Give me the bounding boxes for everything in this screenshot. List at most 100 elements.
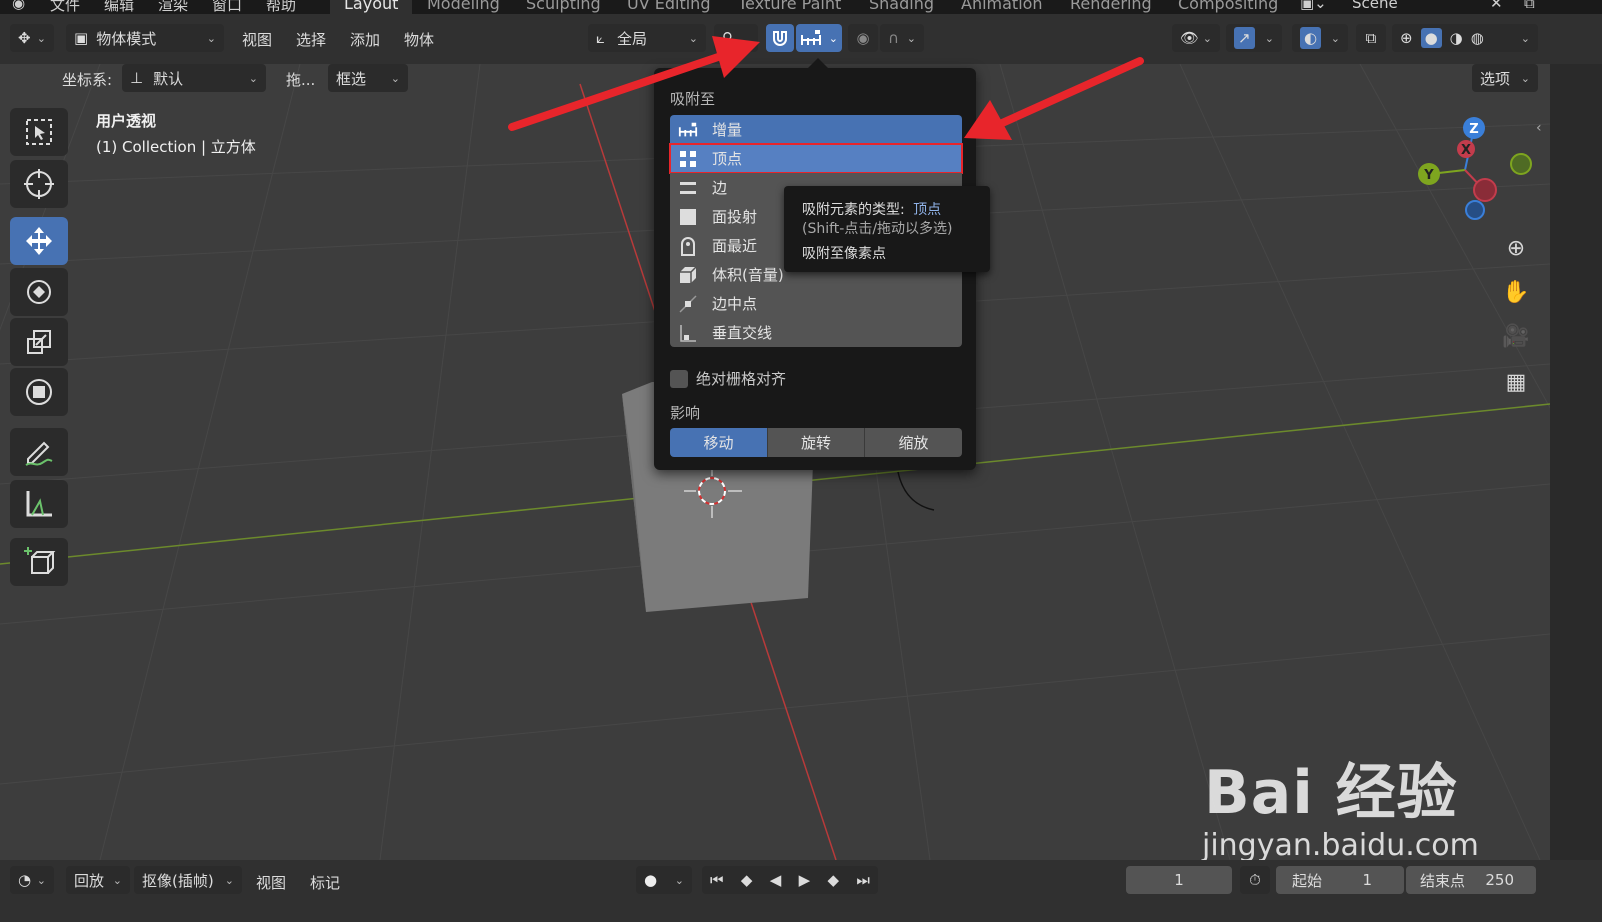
overlay-toggle[interactable]: ◐ ⌄ — [1292, 24, 1348, 52]
snap-option-edge-center[interactable]: 边中点 — [670, 289, 962, 318]
current-frame-value: 1 — [1174, 871, 1184, 889]
tab-shading[interactable]: Shading — [855, 0, 948, 14]
xray-toggle[interactable]: ⧉ — [1356, 24, 1386, 52]
playback-dropdown[interactable]: 回放 ⌄ — [66, 866, 130, 894]
zoom-magnifier-icon: ⊕ — [1506, 235, 1526, 261]
transform-orientation-dropdown[interactable]: ⟀ 全局 ⌄ — [588, 24, 706, 52]
proportional-edit-button[interactable]: ◉ — [848, 24, 878, 52]
vertex-icon — [678, 150, 698, 168]
menu-object[interactable]: 物体 — [404, 29, 434, 50]
popup-arrow — [808, 58, 828, 68]
editor-type-button[interactable]: ✥ ⌄ — [10, 24, 54, 52]
auto-keying-toggle[interactable]: ● ⌄ — [636, 866, 692, 894]
face-nearest-icon — [678, 236, 698, 256]
absolute-grid-checkbox[interactable] — [670, 369, 688, 388]
options-dropdown[interactable]: 选项 ⌄ — [1472, 64, 1538, 92]
timeline-editor-type-button[interactable]: ◔ ⌄ — [10, 866, 54, 894]
material-shading-icon[interactable]: ◑ — [1450, 29, 1463, 47]
blender-logo-icon[interactable]: ◉ — [12, 0, 25, 12]
select-box-tool[interactable] — [10, 108, 68, 156]
menu-select[interactable]: 选择 — [296, 29, 326, 50]
cursor-icon — [24, 169, 54, 199]
clock-icon: ◔ — [18, 871, 32, 889]
sidebar-toggle-icon[interactable]: ‹ — [1536, 120, 1542, 136]
camera-view-button[interactable]: 🎥 — [1494, 314, 1538, 358]
snap-option-perpendicular[interactable]: 垂直交线 — [670, 318, 962, 347]
snap-option-label: 顶点 — [712, 150, 743, 168]
menu-file[interactable]: 文件 — [50, 0, 80, 14]
current-frame-field[interactable]: 1 — [1126, 866, 1232, 894]
rotate-tool[interactable] — [10, 268, 68, 316]
wireframe-shading-icon[interactable]: ⊕ — [1400, 29, 1413, 47]
move-tool[interactable] — [10, 217, 68, 265]
right-side-panel[interactable] — [1550, 64, 1602, 860]
baidu-watermark-url: jingyan.baidu.com — [1202, 828, 1479, 860]
falloff-dropdown[interactable]: ∩ ⌄ — [880, 24, 924, 52]
transform-tool[interactable] — [10, 368, 68, 416]
drag-mode-dropdown[interactable]: 框选 ⌄ — [328, 64, 408, 92]
coord-system-value: 默认 — [153, 69, 184, 88]
snap-option-vertex[interactable]: 顶点 — [669, 143, 963, 174]
menu-edit[interactable]: 编辑 — [104, 0, 134, 14]
affect-rotate-button[interactable]: 旋转 — [767, 428, 864, 457]
tab-layout[interactable]: Layout — [330, 0, 413, 14]
timeline-menu-view[interactable]: 视图 — [256, 872, 286, 893]
object-mode-icon: ▣ — [74, 29, 89, 47]
transform-icon — [26, 379, 52, 405]
rendered-shading-icon[interactable]: ◍ — [1471, 29, 1484, 47]
affect-move-button[interactable]: 移动 — [670, 428, 767, 457]
solid-shading-icon[interactable]: ● — [1420, 28, 1442, 48]
zoom-button[interactable]: ⊕ — [1494, 226, 1538, 270]
coord-system-label: 坐标系: — [62, 71, 113, 89]
tab-texture-paint[interactable]: Texture Paint — [724, 0, 855, 14]
top-menu-bar: ◉ 文件 编辑 渲染 窗口 帮助 Layout Modeling Sculpti… — [0, 0, 1602, 14]
affect-scale-button[interactable]: 缩放 — [864, 428, 962, 457]
keying-dropdown[interactable]: 抠像(插帧) ⌄ — [134, 866, 242, 894]
annotate-tool[interactable] — [10, 428, 68, 476]
tab-compositing[interactable]: Compositing — [1164, 0, 1292, 14]
snap-target-dropdown[interactable]: ⌄ — [796, 24, 842, 52]
menu-render[interactable]: 渲染 — [158, 0, 188, 14]
menu-help[interactable]: 帮助 — [266, 0, 296, 14]
measure-tool[interactable] — [10, 480, 68, 528]
gizmo-toggle[interactable]: ↗ ⌄ — [1226, 24, 1282, 52]
play-icon[interactable]: ▶ — [799, 871, 811, 889]
tab-sculpting[interactable]: Sculpting — [512, 0, 615, 14]
coord-system-icon: ⊥ — [130, 69, 144, 87]
tab-animation[interactable]: Animation — [947, 0, 1057, 14]
pivot-point-button[interactable]: ⚲ — [714, 24, 758, 52]
play-reverse-icon[interactable]: ◀ — [770, 871, 782, 889]
coord-system-dropdown[interactable]: ⊥ 默认 ⌄ — [122, 64, 266, 92]
prev-keyframe-icon[interactable]: ◆ — [741, 871, 753, 889]
jump-end-icon[interactable]: ⏭ — [856, 871, 870, 889]
scene-name[interactable]: Scene — [1352, 0, 1398, 12]
new-scene-icon[interactable]: ⧉ — [1524, 0, 1535, 12]
menu-window[interactable]: 窗口 — [212, 0, 242, 14]
record-icon: ● — [644, 871, 658, 889]
perspective-toggle-button[interactable]: ▦ — [1494, 360, 1538, 404]
visibility-dropdown[interactable]: 👁 ⌄ — [1172, 24, 1220, 52]
absolute-grid-checkbox-row[interactable]: 绝对栅格对齐 — [670, 368, 786, 389]
menu-add[interactable]: 添加 — [350, 29, 380, 50]
pin-icon[interactable]: ✕ — [1490, 0, 1503, 12]
start-frame-field[interactable]: 起始 1 — [1276, 866, 1404, 894]
mode-dropdown[interactable]: ▣ 物体模式 ⌄ — [66, 24, 224, 52]
jump-start-icon[interactable]: ⏮ — [710, 871, 724, 889]
pan-button[interactable]: ✋ — [1494, 270, 1538, 314]
tab-uv-editing[interactable]: UV Editing — [613, 0, 724, 14]
increment-icon — [678, 121, 698, 139]
tab-rendering[interactable]: Rendering — [1056, 0, 1166, 14]
navigation-gizmo[interactable]: Z X Y — [1400, 110, 1550, 230]
cursor-tool[interactable] — [10, 160, 68, 208]
preview-range-toggle[interactable]: ⏱ — [1240, 866, 1270, 894]
scale-tool[interactable] — [10, 318, 68, 366]
add-cube-tool[interactable] — [10, 538, 68, 586]
scene-selector-icon[interactable]: ▣⌄ — [1300, 0, 1340, 12]
tab-modeling[interactable]: Modeling — [413, 0, 514, 14]
snap-toggle-button[interactable] — [766, 24, 794, 52]
timeline-menu-marker[interactable]: 标记 — [310, 872, 340, 893]
end-frame-field[interactable]: 结束点 250 — [1406, 866, 1536, 894]
menu-view[interactable]: 视图 — [242, 29, 272, 50]
snap-option-increment[interactable]: 增量 — [670, 115, 962, 144]
next-keyframe-icon[interactable]: ◆ — [828, 871, 840, 889]
